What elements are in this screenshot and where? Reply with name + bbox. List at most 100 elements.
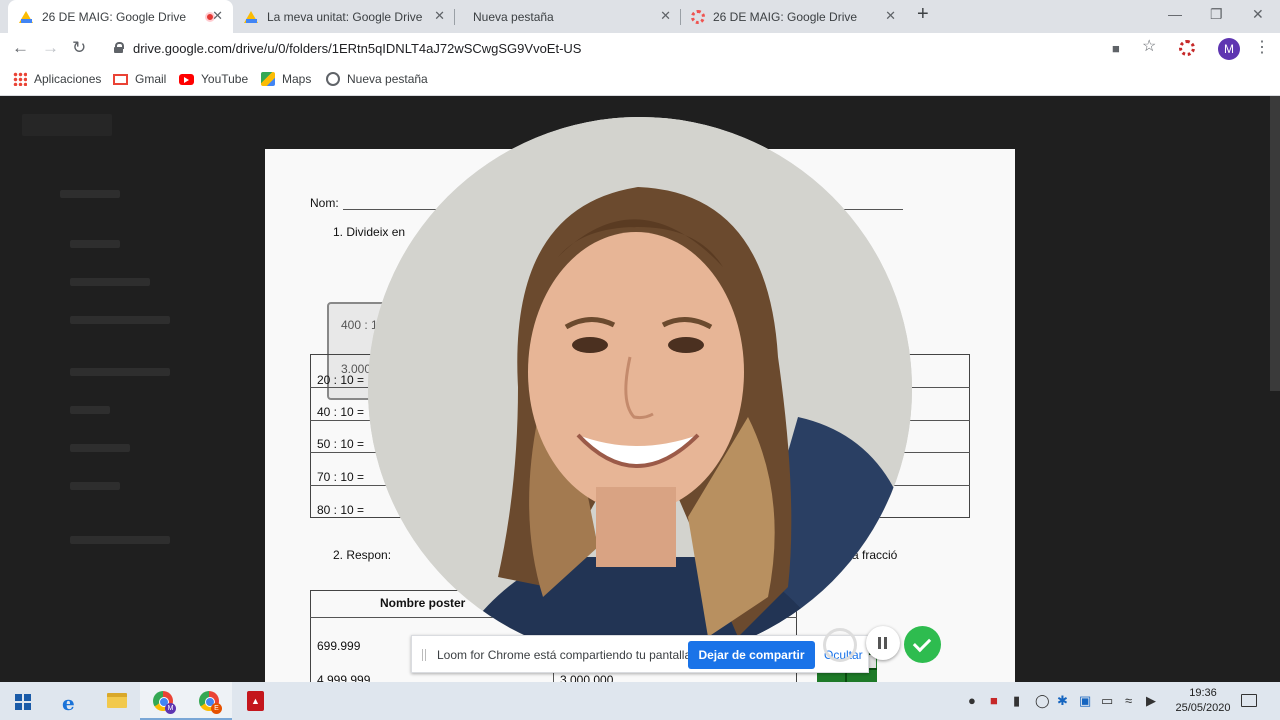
scrollbar[interactable] <box>1270 96 1280 391</box>
close-tab-icon[interactable]: ✕ <box>212 9 223 23</box>
lock-icon <box>114 42 124 53</box>
start-button[interactable] <box>0 682 46 720</box>
bookmark-apps[interactable]: Aplicaciones <box>13 72 101 86</box>
taskbar-edge[interactable]: e <box>48 682 94 720</box>
bookmark-label: Gmail <box>135 72 167 86</box>
profile-badge: M <box>165 703 176 714</box>
taskbar-acrobat[interactable]: ▲ <box>232 682 278 720</box>
globe-icon <box>326 72 340 86</box>
drive-nav-placeholder <box>70 444 130 452</box>
table-row: 20 : 10 = <box>317 373 365 387</box>
battery-icon[interactable]: ▭ <box>1101 694 1113 708</box>
taskbar-chrome-e[interactable]: E <box>186 682 232 720</box>
bookmark-youtube[interactable]: YouTube <box>179 72 248 86</box>
webcam-bubble[interactable] <box>368 117 912 661</box>
notifications-icon[interactable] <box>1241 694 1257 707</box>
drag-handle-icon[interactable] <box>422 649 426 661</box>
back-arrow-icon[interactable]: ← <box>12 38 29 58</box>
restore-icon[interactable]: ❐ <box>1210 6 1223 23</box>
close-tab-icon[interactable]: ✕ <box>660 9 671 23</box>
tab-title: 26 DE MAIG: Google Drive <box>42 9 187 24</box>
webcam-image <box>368 117 912 661</box>
start-icon-pane <box>24 694 31 701</box>
taskbar-chrome-m[interactable]: M <box>140 682 186 720</box>
volume-icon[interactable]: ▶ <box>1146 694 1156 708</box>
drive-nav-placeholder <box>70 368 170 376</box>
finish-recording-button[interactable] <box>904 626 941 663</box>
tab-my-drive[interactable]: La meva unitat: Google Drive ✕ <box>233 0 455 33</box>
screen-share-icon[interactable]: ▣ <box>1079 694 1091 708</box>
stop-sharing-button[interactable]: Dejar de compartir <box>688 641 815 669</box>
bookmark-label: Maps <box>282 72 312 86</box>
tab-drive-recording[interactable]: 26 DE MAIG: Google Drive ✕ <box>8 0 233 33</box>
close-tab-icon[interactable]: ✕ <box>885 9 896 23</box>
drive-nav-placeholder <box>70 482 120 490</box>
url-text[interactable]: drive.google.com/drive/u/0/folders/1ERtn… <box>133 41 581 56</box>
gmail-icon <box>113 73 128 85</box>
loom-sharing-bar: Loom for Chrome está compartiendo tu pan… <box>411 635 869 673</box>
forward-arrow-icon[interactable]: → <box>42 38 59 58</box>
table-header: Nombre poster <box>380 596 466 610</box>
minimize-icon[interactable]: — <box>1168 6 1182 22</box>
loom-icon <box>691 9 705 24</box>
microphone-icon[interactable]: ● <box>968 694 976 708</box>
profile-badge: E <box>211 703 222 714</box>
profile-avatar[interactable]: M <box>1218 38 1240 60</box>
table-cell: 3.000.000 <box>560 673 614 682</box>
drive-nav-placeholder <box>70 316 170 324</box>
table-row: 699.999 <box>317 639 361 653</box>
youtube-icon <box>179 73 194 85</box>
taskbar-file-explorer[interactable] <box>94 682 140 720</box>
tab-title: Nueva pestaña <box>473 9 554 24</box>
defender-shield-icon[interactable]: ◯ <box>1035 694 1050 708</box>
table-row: 40 : 10 = <box>317 405 365 419</box>
google-drive-icon <box>18 10 34 24</box>
drive-logo-placeholder <box>22 114 112 136</box>
sharing-message: Loom for Chrome está compartiendo tu pan… <box>437 648 695 662</box>
loom-extension-icon[interactable] <box>1179 40 1195 56</box>
tab-title: La meva unitat: Google Drive <box>267 9 423 24</box>
bookmark-maps[interactable]: Maps <box>261 72 311 86</box>
bookmark-label: Aplicaciones <box>34 72 102 86</box>
acrobat-icon: ▲ <box>247 691 264 711</box>
apps-grid-icon <box>13 72 27 86</box>
windows-taskbar: e M E ▲ ● ■ ▮ ◯ ✱ ▣ ▭ ≈ ▶ 19:36 25/05/20… <box>0 682 1280 720</box>
clock-time: 19:36 <box>1189 687 1217 699</box>
start-icon-pane <box>15 703 22 710</box>
wifi-icon[interactable]: ≈ <box>1125 694 1132 708</box>
question-2-start: 2. Respon: <box>333 548 392 562</box>
edge-icon: e <box>62 691 75 715</box>
question-1: 1. Divideix en <box>333 225 406 239</box>
clock-date: 25/05/2020 <box>1175 702 1231 714</box>
bookmarks-bar: Aplicaciones Gmail YouTube Maps Nueva pe… <box>0 65 1280 96</box>
name-label: Nom: <box>310 196 339 210</box>
loom-control-ring[interactable] <box>823 628 857 662</box>
bookmark-gmail[interactable]: Gmail <box>113 72 166 86</box>
close-window-icon[interactable]: ✕ <box>1252 6 1264 23</box>
google-drive-icon <box>243 10 259 24</box>
file-explorer-icon <box>107 693 127 708</box>
bluetooth-icon[interactable]: ✱ <box>1057 694 1068 708</box>
camera-icon[interactable]: ■ <box>1112 39 1120 59</box>
close-tab-icon[interactable]: ✕ <box>434 9 445 23</box>
security-alert-icon[interactable]: ■ <box>990 694 998 708</box>
tab-drive-loom[interactable]: 26 DE MAIG: Google Drive ✕ <box>681 0 906 33</box>
drive-nav-placeholder <box>70 278 150 286</box>
bookmark-new-tab[interactable]: Nueva pestaña <box>326 72 428 86</box>
menu-icon[interactable]: ⋮ <box>1254 38 1270 58</box>
tab-new-tab[interactable]: Nueva pestaña ✕ <box>455 0 681 33</box>
drive-nav-placeholder <box>70 406 110 414</box>
bookmark-label: YouTube <box>201 72 249 86</box>
new-tab-button[interactable]: + <box>917 3 929 26</box>
table-row: 70 : 10 = <box>317 470 365 484</box>
system-clock[interactable]: 19:36 25/05/2020 <box>1168 686 1238 716</box>
maps-icon <box>261 72 275 86</box>
pause-recording-button[interactable] <box>866 626 900 660</box>
tab-strip: 26 DE MAIG: Google Drive ✕ La meva unita… <box>0 0 1280 33</box>
drive-nav-placeholder <box>60 190 120 198</box>
drive-nav-placeholder <box>70 240 120 248</box>
bookmark-star-icon[interactable]: ☆ <box>1142 37 1156 57</box>
microphone-icon[interactable]: ▮ <box>1013 694 1020 708</box>
reload-icon[interactable]: ↻ <box>72 38 86 58</box>
start-icon-pane <box>15 694 22 701</box>
